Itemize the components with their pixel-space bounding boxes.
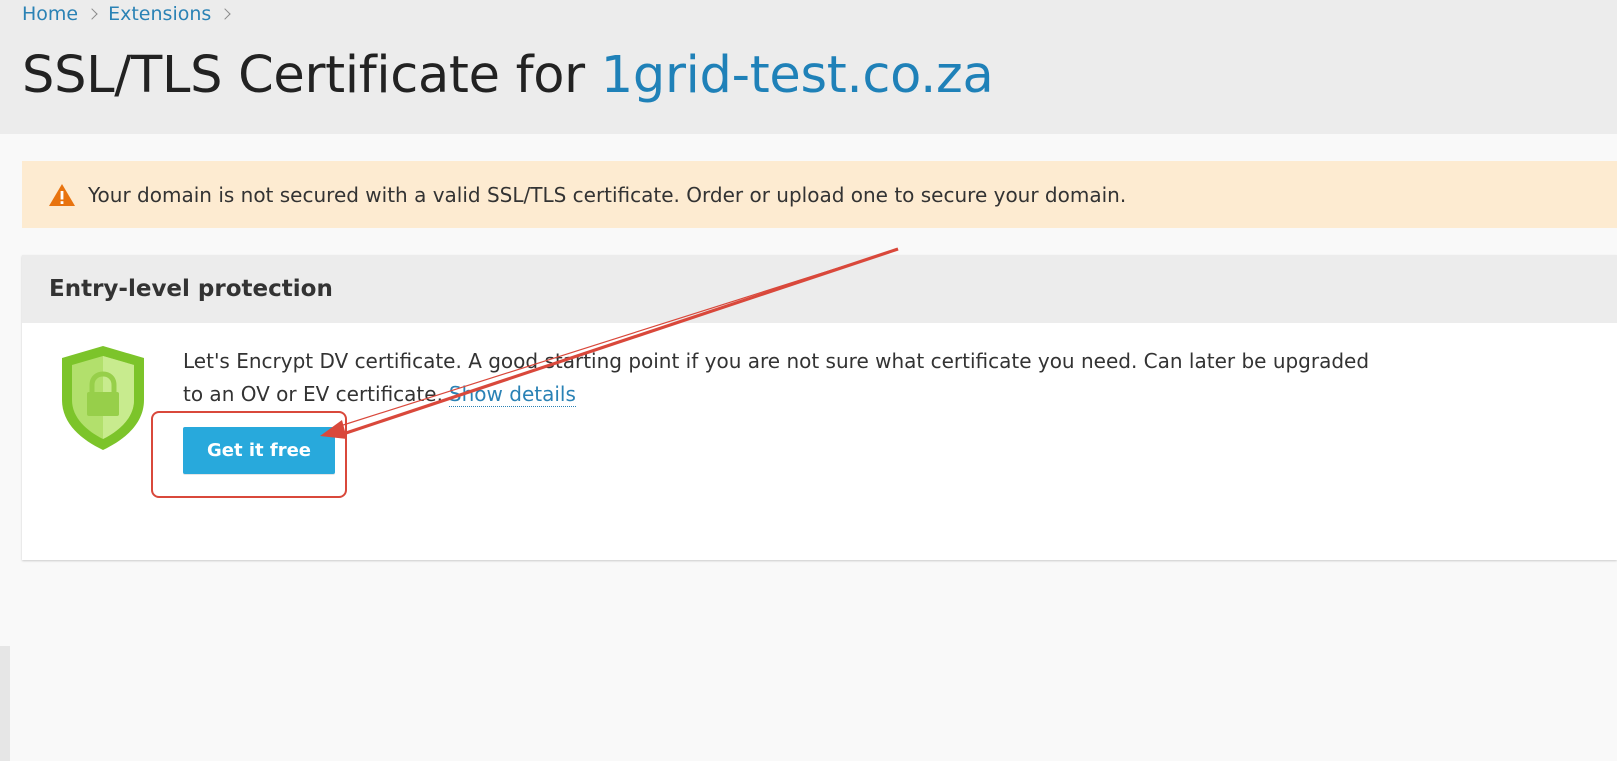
card-title: Entry-level protection — [49, 276, 333, 302]
sidebar-edge — [0, 646, 10, 761]
alert-text: Your domain is not secured with a valid … — [88, 182, 1127, 207]
page-header: Home Extensions SSL/TLS Certificate for … — [0, 0, 1617, 134]
warning-icon — [49, 183, 75, 206]
breadcrumb: Home Extensions — [22, 2, 241, 26]
certificate-description: Let's Encrypt DV certificate. A good sta… — [183, 345, 1383, 411]
page-title-prefix: SSL/TLS Certificate for — [22, 46, 585, 105]
chevron-right-icon — [86, 8, 98, 20]
shield-lock-icon — [62, 346, 144, 450]
annotation-highlight-box — [151, 411, 347, 498]
card-header: Entry-level protection — [22, 255, 1617, 323]
description-text: Let's Encrypt DV certificate. A good sta… — [183, 349, 1370, 406]
page-title-domain: 1grid-test.co.za — [600, 46, 994, 105]
breadcrumb-home[interactable]: Home — [22, 2, 78, 26]
show-details-link[interactable]: Show details — [448, 382, 576, 407]
page-title: SSL/TLS Certificate for 1grid-test.co.za — [22, 38, 994, 114]
breadcrumb-extensions[interactable]: Extensions — [108, 2, 211, 26]
chevron-right-icon — [219, 8, 231, 20]
entry-level-card: Entry-level protection Let's Encrypt DV … — [22, 255, 1617, 560]
warning-alert: Your domain is not secured with a valid … — [22, 161, 1617, 228]
